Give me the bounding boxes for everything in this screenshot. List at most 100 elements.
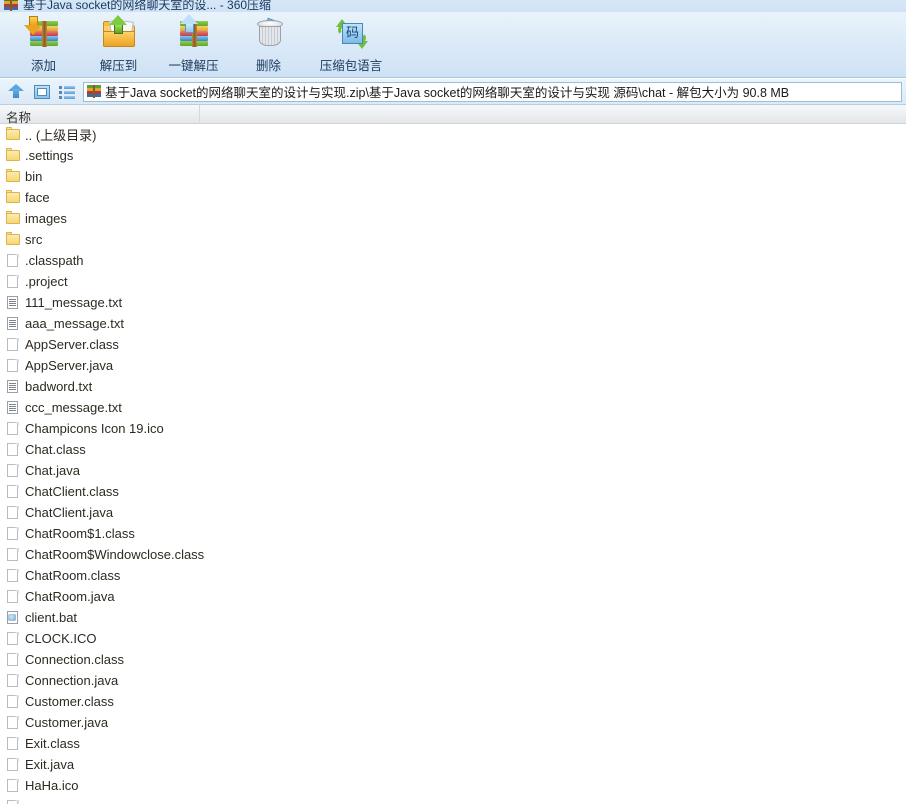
- file-row[interactable]: .classpath: [0, 250, 906, 271]
- file-name: 111_message.txt: [25, 295, 123, 310]
- file-row[interactable]: [0, 796, 906, 804]
- file-name: client.bat: [25, 610, 78, 625]
- path-text: 基于Java socket的网络聊天室的设计与实现.zip\基于Java soc…: [105, 86, 790, 100]
- folder-icon: [6, 211, 20, 226]
- file-name: ChatRoom$1.class: [25, 526, 135, 541]
- file-row[interactable]: face: [0, 187, 906, 208]
- file-name: Customer.java: [25, 715, 109, 730]
- file-name: badword.txt: [25, 379, 93, 394]
- file-name: Chat.java: [25, 463, 80, 478]
- path-input[interactable]: 基于Java socket的网络聊天室的设计与实现.zip\基于Java soc…: [83, 81, 902, 102]
- text-file-icon: [6, 379, 20, 394]
- file-row[interactable]: src: [0, 229, 906, 250]
- archive-language-label: 压缩包语言: [319, 59, 383, 73]
- file-row[interactable]: Champicons Icon 19.ico: [0, 418, 906, 439]
- file-name: face: [25, 190, 50, 205]
- file-row[interactable]: Exit.java: [0, 754, 906, 775]
- file-row[interactable]: aaa_message.txt: [0, 313, 906, 334]
- file-icon: [6, 505, 20, 520]
- file-row[interactable]: AppServer.java: [0, 355, 906, 376]
- file-icon: [6, 547, 20, 562]
- file-name: .classpath: [25, 253, 84, 268]
- file-icon: [6, 484, 20, 499]
- column-header: 名称: [0, 105, 906, 125]
- archive-language-button[interactable]: 码 压缩包语言: [306, 12, 396, 76]
- extract-to-folder-icon: [98, 14, 140, 54]
- folder-icon: [6, 232, 20, 247]
- preview-pane-icon[interactable]: [31, 81, 53, 103]
- file-name: ccc_message.txt: [25, 400, 122, 415]
- details-view-icon[interactable]: [57, 81, 79, 103]
- file-row[interactable]: bin: [0, 166, 906, 187]
- add-to-archive-icon: [23, 14, 65, 54]
- title-bar: 基于Java socket的网络聊天室的设... - 360压缩: [0, 0, 906, 12]
- file-name: ChatRoom$Windowclose.class: [25, 547, 205, 562]
- archive-manager-window: 基于Java socket的网络聊天室的设... - 360压缩 添加 解压到 …: [0, 0, 906, 804]
- file-icon: [6, 421, 20, 436]
- file-name: ChatClient.class: [25, 484, 119, 499]
- one-click-extract-button[interactable]: 一键解压: [156, 12, 231, 76]
- file-name: .settings: [25, 148, 74, 163]
- file-row[interactable]: Customer.java: [0, 712, 906, 733]
- file-row[interactable]: 111_message.txt: [0, 292, 906, 313]
- file-name: .. (上级目录): [25, 128, 97, 143]
- delete-button[interactable]: 删除: [231, 12, 306, 76]
- file-name: Customer.class: [25, 694, 114, 709]
- file-row[interactable]: Exit.class: [0, 733, 906, 754]
- file-icon: [6, 715, 20, 730]
- file-row[interactable]: HaHa.ico: [0, 775, 906, 796]
- file-icon: [6, 442, 20, 457]
- text-file-icon: [6, 400, 20, 415]
- archive-language-icon: 码: [330, 14, 372, 54]
- archive-icon: [87, 85, 101, 98]
- trash-icon: [248, 14, 290, 54]
- file-name: ChatRoom.java: [25, 589, 115, 604]
- add-to-archive-button[interactable]: 添加: [6, 12, 81, 76]
- file-list[interactable]: .. (上级目录) .settings bin face images src .class…: [0, 124, 906, 804]
- one-click-extract-icon: [173, 14, 215, 54]
- file-name: aaa_message.txt: [25, 316, 125, 331]
- file-row[interactable]: .. (上级目录): [0, 124, 906, 145]
- file-row[interactable]: CLOCK.ICO: [0, 628, 906, 649]
- file-icon: [6, 736, 20, 751]
- file-icon: [6, 337, 20, 352]
- column-divider[interactable]: [199, 105, 200, 124]
- batch-file-icon: [6, 610, 20, 625]
- file-name: HaHa.ico: [25, 778, 79, 793]
- file-icon: [6, 589, 20, 604]
- file-row[interactable]: .project: [0, 271, 906, 292]
- file-row[interactable]: client.bat: [0, 607, 906, 628]
- file-row[interactable]: ccc_message.txt: [0, 397, 906, 418]
- file-row[interactable]: Chat.class: [0, 439, 906, 460]
- file-icon: [6, 568, 20, 583]
- file-row[interactable]: ChatRoom$1.class: [0, 523, 906, 544]
- file-row[interactable]: Customer.class: [0, 691, 906, 712]
- file-row[interactable]: Connection.class: [0, 649, 906, 670]
- file-row[interactable]: AppServer.class: [0, 334, 906, 355]
- text-file-icon: [6, 316, 20, 331]
- file-row[interactable]: badword.txt: [0, 376, 906, 397]
- file-row[interactable]: ChatClient.java: [0, 502, 906, 523]
- file-icon: [6, 652, 20, 667]
- archive-language-glyph: 码: [342, 23, 363, 44]
- extract-to-button[interactable]: 解压到: [81, 12, 156, 76]
- file-row[interactable]: ChatRoom.class: [0, 565, 906, 586]
- folder-icon: [6, 190, 20, 205]
- file-row[interactable]: ChatRoom.java: [0, 586, 906, 607]
- file-icon: [6, 463, 20, 478]
- file-icon: [6, 673, 20, 688]
- archive-icon: [4, 0, 18, 11]
- file-row[interactable]: ChatRoom$Windowclose.class: [0, 544, 906, 565]
- file-icon: [6, 694, 20, 709]
- file-name: ChatClient.java: [25, 505, 114, 520]
- folder-icon: [6, 127, 20, 142]
- file-name: Exit.java: [25, 757, 75, 772]
- file-icon: [6, 526, 20, 541]
- up-arrow-icon[interactable]: [5, 81, 27, 103]
- file-row[interactable]: .settings: [0, 145, 906, 166]
- file-row[interactable]: ChatClient.class: [0, 481, 906, 502]
- file-name: ChatRoom.class: [25, 568, 121, 583]
- file-row[interactable]: Chat.java: [0, 460, 906, 481]
- file-row[interactable]: Connection.java: [0, 670, 906, 691]
- file-row[interactable]: images: [0, 208, 906, 229]
